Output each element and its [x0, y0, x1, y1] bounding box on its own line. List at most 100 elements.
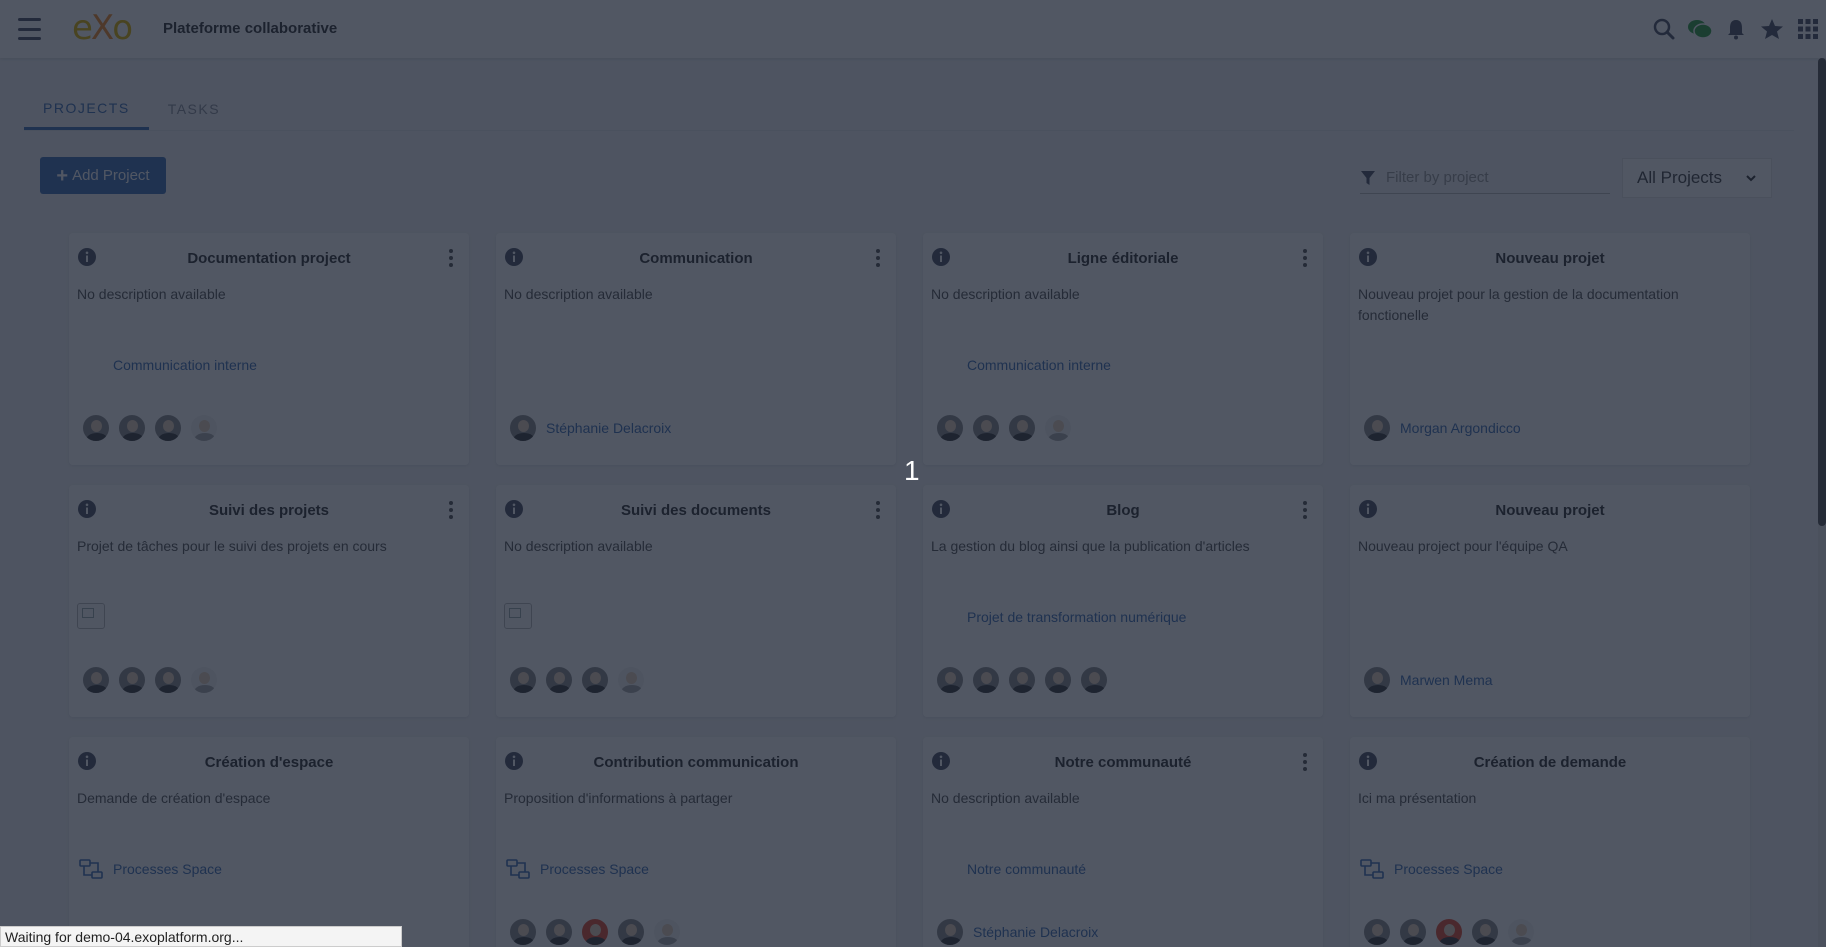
add-project-button[interactable]: + Add Project [40, 157, 166, 194]
member-avatar[interactable] [81, 665, 111, 695]
member-avatar[interactable] [1007, 665, 1037, 695]
more-options-icon[interactable] [1295, 247, 1315, 269]
more-options-icon[interactable] [1295, 499, 1315, 521]
member-avatar[interactable] [1079, 665, 1109, 695]
member-avatar[interactable] [652, 917, 682, 947]
scrollbar-thumb[interactable] [1818, 58, 1826, 526]
member-avatar[interactable] [616, 917, 646, 947]
project-title[interactable]: Nouveau projet [1390, 250, 1710, 267]
project-space-link[interactable]: Processes Space [1358, 855, 1503, 883]
project-title[interactable]: Nouveau projet [1390, 502, 1710, 519]
page-scrollbar[interactable] [1818, 58, 1826, 947]
info-icon[interactable] [504, 499, 524, 519]
star-icon[interactable] [1754, 11, 1790, 47]
member-avatar[interactable] [580, 917, 610, 947]
more-options-icon[interactable] [441, 247, 461, 269]
member-avatar[interactable] [1043, 665, 1073, 695]
member-avatar[interactable] [580, 665, 610, 695]
project-card[interactable]: Nouveau projet Nouveau project pour l'équ… [1350, 485, 1750, 717]
project-card[interactable]: Nouveau projet Nouveau projet pour la ges… [1350, 233, 1750, 465]
member-avatar[interactable] [508, 413, 538, 443]
chat-icon[interactable] [1682, 11, 1718, 47]
info-icon[interactable] [77, 499, 97, 519]
bell-icon[interactable] [1718, 11, 1754, 47]
member-avatar[interactable] [189, 413, 219, 443]
info-icon[interactable] [931, 247, 951, 267]
search-icon[interactable] [1646, 11, 1682, 47]
project-card[interactable]: Suivi des projets Projet de tâches pour l… [69, 485, 469, 717]
projects-select[interactable]: All Projects [1622, 158, 1772, 198]
project-card[interactable]: Contribution communication Proposition d'… [496, 737, 896, 947]
project-card[interactable]: Communication No description available Sté… [496, 233, 896, 465]
project-space-link[interactable]: Projet de transformation numérique [931, 603, 1186, 631]
filter-input[interactable] [1386, 169, 1596, 186]
project-title[interactable]: Communication [536, 250, 856, 267]
info-icon[interactable] [77, 247, 97, 267]
project-space-link[interactable]: Notre communauté [931, 855, 1086, 883]
member-name[interactable]: Stéphanie Delacroix [546, 420, 671, 436]
info-icon[interactable] [1358, 247, 1378, 267]
project-title[interactable]: Suivi des projets [109, 502, 429, 519]
member-avatar[interactable] [81, 413, 111, 443]
member-name[interactable]: Morgan Argondicco [1400, 420, 1521, 436]
member-avatar[interactable] [971, 665, 1001, 695]
project-card[interactable]: Blog La gestion du blog ainsi que la publ… [923, 485, 1323, 717]
member-avatar[interactable] [117, 413, 147, 443]
info-icon[interactable] [931, 751, 951, 771]
member-avatar[interactable] [1043, 413, 1073, 443]
info-icon[interactable] [1358, 499, 1378, 519]
member-name[interactable]: Marwen Mema [1400, 672, 1493, 688]
project-card[interactable]: Suivi des documents No description availa… [496, 485, 896, 717]
project-title[interactable]: Notre communauté [963, 754, 1283, 771]
project-card[interactable]: Documentation project No description avai… [69, 233, 469, 465]
more-options-icon[interactable] [868, 499, 888, 521]
project-space-link[interactable]: Communication interne [77, 351, 257, 379]
member-avatar[interactable] [508, 665, 538, 695]
tab-tasks[interactable]: TASKS [149, 88, 239, 130]
info-icon[interactable] [504, 751, 524, 771]
member-avatar[interactable] [1007, 413, 1037, 443]
info-icon[interactable] [1358, 751, 1378, 771]
project-card[interactable]: Ligne éditoriale No description available… [923, 233, 1323, 465]
member-avatar[interactable] [1434, 917, 1464, 947]
member-avatar[interactable] [1362, 665, 1392, 695]
member-avatar[interactable] [189, 665, 219, 695]
project-space-link[interactable]: Processes Space [77, 855, 222, 883]
member-avatar[interactable] [1506, 917, 1536, 947]
project-title[interactable]: Suivi des documents [536, 502, 856, 519]
member-avatar[interactable] [117, 665, 147, 695]
project-title[interactable]: Documentation project [109, 250, 429, 267]
tab-projects[interactable]: PROJECTS [24, 88, 149, 130]
member-name[interactable]: Stéphanie Delacroix [973, 924, 1098, 940]
member-avatar[interactable] [616, 665, 646, 695]
member-avatar[interactable] [935, 665, 965, 695]
member-avatar[interactable] [971, 413, 1001, 443]
exo-logo[interactable]: eXo [72, 8, 133, 48]
more-options-icon[interactable] [868, 247, 888, 269]
member-avatar[interactable] [153, 413, 183, 443]
member-avatar[interactable] [1362, 413, 1392, 443]
info-icon[interactable] [931, 499, 951, 519]
project-title[interactable]: Création d'espace [109, 754, 429, 771]
member-avatar[interactable] [508, 917, 538, 947]
project-space[interactable] [77, 603, 105, 629]
member-avatar[interactable] [1398, 917, 1428, 947]
project-space-link[interactable]: Communication interne [931, 351, 1111, 379]
project-title[interactable]: Création de demande [1390, 754, 1710, 771]
info-icon[interactable] [504, 247, 524, 267]
member-avatar[interactable] [935, 917, 965, 947]
project-space-link[interactable]: Processes Space [504, 855, 649, 883]
project-title[interactable]: Ligne éditoriale [963, 250, 1283, 267]
member-avatar[interactable] [1362, 917, 1392, 947]
project-title[interactable]: Blog [963, 502, 1283, 519]
more-options-icon[interactable] [1295, 751, 1315, 773]
more-options-icon[interactable] [441, 499, 461, 521]
project-card[interactable]: Création de demande Ici ma présentation Pr… [1350, 737, 1750, 947]
member-avatar[interactable] [153, 665, 183, 695]
info-icon[interactable] [77, 751, 97, 771]
project-title[interactable]: Contribution communication [536, 754, 856, 771]
hamburger-menu-icon[interactable] [18, 18, 41, 40]
apps-grid-icon[interactable] [1790, 11, 1826, 47]
member-avatar[interactable] [935, 413, 965, 443]
project-card[interactable]: Création d'espace Demande de création d'e… [69, 737, 469, 947]
